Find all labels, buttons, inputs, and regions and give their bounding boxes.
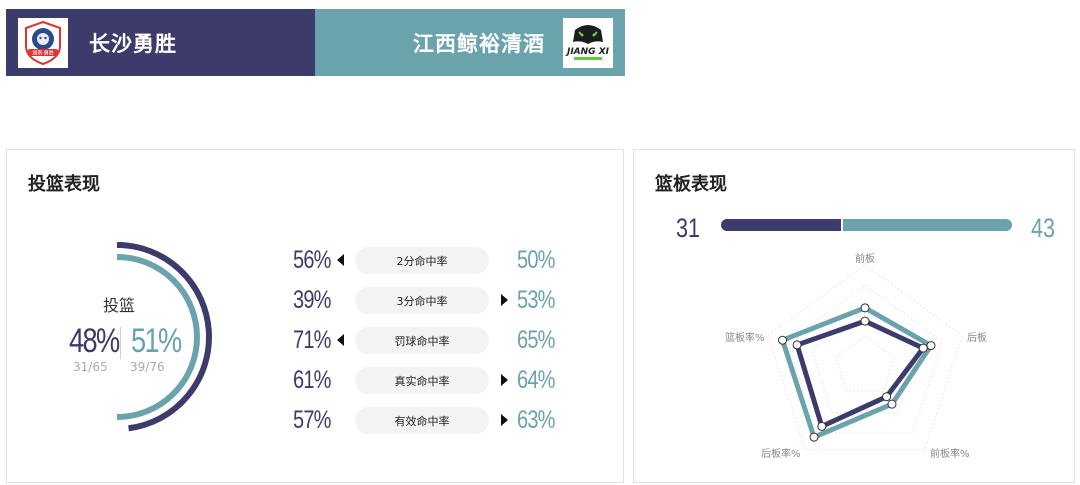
radar-grid-ring (811, 310, 919, 413)
away-team-logo: JIANG XI (563, 17, 613, 68)
svg-text:JIANG XI: JIANG XI (565, 47, 610, 57)
away-radar-point (887, 399, 897, 409)
away-fg-percent: 51% (131, 322, 182, 360)
right-arrow-icon (501, 294, 508, 306)
left-arrow-icon (337, 334, 344, 346)
home-stat-value: 39% (293, 286, 331, 314)
stat-label: 2分命中率 (355, 247, 489, 274)
away-stat-value: 63% (517, 406, 555, 434)
away-radar-point (926, 341, 936, 351)
radar-axis-label: 后板 (967, 333, 987, 344)
home-radar-point (792, 340, 802, 350)
right-arrow-icon (501, 414, 508, 426)
field-goal-donut (116, 242, 212, 432)
home-team-banner: 湖南·勇胜 长沙勇胜 (6, 9, 315, 76)
away-stat-value: 53% (517, 286, 555, 314)
shooting-row: 61% 真实命中率 64% (289, 366, 569, 397)
stat-label: 真实命中率 (355, 367, 489, 394)
svg-text:湖南·勇胜: 湖南·勇胜 (32, 49, 54, 56)
home-fg-percent: 48% (69, 322, 120, 360)
radar-axis-label: 前板率% (930, 449, 970, 460)
rebound-radar-chart (767, 264, 963, 451)
left-arrow-icon (337, 254, 344, 266)
right-arrow-icon (501, 374, 508, 386)
matchup-header: 湖南·勇胜 长沙勇胜 江西鲸裕清酒 JIANG XI (6, 9, 625, 76)
shooting-row: 57% 有效命中率 63% (289, 406, 569, 437)
shooting-performance-card: 投篮表现 投篮 48% 51% 31/65 39/76 56% 2分命中率 50… (6, 149, 624, 483)
radar-axis-label: 后板率% (761, 449, 801, 460)
home-radar-series (794, 318, 926, 429)
away-team-name: 江西鲸裕清酒 (413, 31, 545, 56)
radar-axis-label: 篮板率% (725, 333, 765, 344)
home-team-logo: 湖南·勇胜 (18, 17, 68, 68)
home-radar-point (918, 343, 928, 353)
lion-shield-logo-icon: 湖南·勇胜 (25, 20, 61, 65)
stat-label: 有效命中率 (355, 407, 489, 434)
home-stat-value: 71% (293, 326, 331, 354)
home-stat-value: 61% (293, 366, 331, 394)
home-fg-made: 31/65 (73, 360, 108, 374)
home-team-name: 长沙勇胜 (89, 31, 177, 56)
away-team-banner: 江西鲸裕清酒 JIANG XI (315, 9, 625, 76)
away-radar-point (860, 303, 870, 313)
away-radar-point (809, 432, 819, 442)
field-goal-label: 投篮 (103, 296, 136, 315)
home-radar-point (882, 392, 892, 402)
stat-label: 罚球命中率 (355, 327, 489, 354)
away-stat-value: 64% (517, 366, 555, 394)
shooting-row: 56% 2分命中率 50% (289, 246, 569, 277)
away-radar-point (778, 335, 788, 345)
rebound-performance-card: 篮板表现 31 43 前板 后板 前板率% 后板率% 篮板率% (633, 149, 1075, 483)
away-stat-value: 50% (517, 246, 555, 274)
panther-jiangxi-logo-icon: JIANG XI (565, 24, 610, 60)
radar-grid-ring (767, 264, 963, 451)
away-fg-made: 39/76 (130, 360, 165, 374)
shooting-row: 39% 3分命中率 53% (289, 286, 569, 317)
home-radar-point (860, 316, 870, 326)
home-stat-value: 56% (293, 246, 331, 274)
radar-grid-ring (835, 335, 895, 393)
away-stat-value: 65% (517, 326, 555, 354)
shooting-row: 71% 罚球命中率 65% (289, 326, 569, 357)
stat-label: 3分命中率 (355, 287, 489, 314)
percent-divider (120, 327, 121, 359)
home-stat-value: 57% (293, 406, 331, 434)
home-radar-point (817, 421, 827, 431)
radar-axis-label: 前板 (855, 254, 875, 265)
